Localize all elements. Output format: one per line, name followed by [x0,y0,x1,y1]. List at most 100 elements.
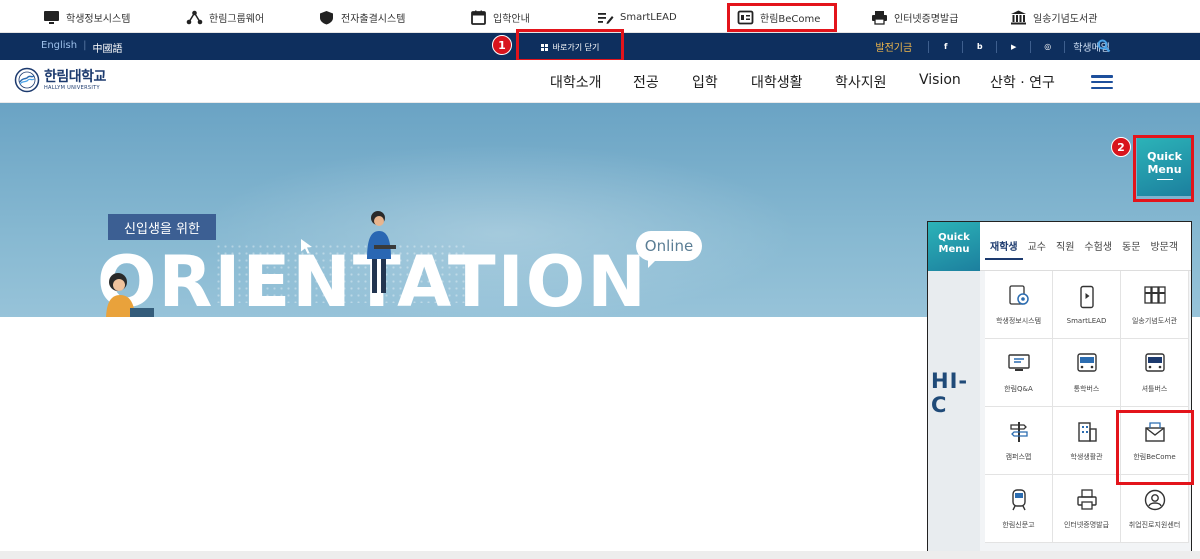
nav-campus-life[interactable]: 대학생활 [751,72,803,92]
menu-hamburger-icon[interactable] [1091,75,1113,89]
util-student-info[interactable]: 학생정보시스템 [43,8,130,26]
train-icon [1011,488,1026,510]
tab-enrolled[interactable]: 재학생 [985,238,1023,260]
student-illustration-right [367,211,396,293]
emblem-icon [14,67,40,93]
util-label: 일송기념도서관 [1033,13,1098,25]
step-badge-1: 1 [492,35,512,55]
calendar-icon [471,10,486,25]
quick-link-commuter-bus[interactable]: 통학버스 [1053,339,1121,407]
gear-document-icon [1008,284,1029,305]
quick-link-label: 취업진로지원센터 [1128,520,1181,529]
divider [928,40,930,53]
fund-link[interactable]: 발전기금 [875,39,912,54]
nav-academic[interactable]: 학사지원 [835,72,887,92]
quick-link-smartlead[interactable]: SmartLEAD [1053,271,1121,339]
lang-separator: | [83,40,87,51]
highlight-box-skip [516,29,624,62]
bubble-tail [648,258,658,268]
util-label: 입학안내 [493,13,530,25]
quick-link-label: 통학버스 [1073,384,1100,393]
divider [1030,40,1032,53]
lang-chinese[interactable]: 中國語 [92,40,122,55]
instagram-icon[interactable]: ◎ [1039,39,1056,54]
quick-link-library[interactable]: 일송기념도서관 [1121,271,1189,339]
util-attendance[interactable]: 전자출결시스템 [318,8,405,26]
quick-link-petition[interactable]: 한림신문고 [985,475,1053,543]
quick-link-shuttle-bus[interactable]: 셔틀버스 [1121,339,1189,407]
tab-applicant[interactable]: 수험생 [1079,238,1117,260]
step-badge-2: 2 [1111,137,1131,157]
university-logo[interactable]: 한림대학교 HALLYM UNIVERSITY [14,67,106,93]
logo-english: HALLYM UNIVERSITY [44,84,100,91]
tab-staff[interactable]: 직원 [1051,238,1079,260]
monitor-chat-icon [1007,353,1030,371]
quick-panel-logo-line1: Quick [938,232,970,243]
nav-majors[interactable]: 전공 [633,72,659,92]
smartphone-icon [1079,285,1094,308]
util-label: 한림그룹웨어 [209,13,265,25]
student-illustration-left [106,273,154,317]
facebook-icon[interactable]: f [937,39,954,54]
util-label: 전자출결시스템 [341,13,406,25]
util-smartlead[interactable]: SmartLEAD [597,8,677,26]
nav-about[interactable]: 대학소개 [550,72,602,92]
printer-icon [872,10,887,25]
nav-admission[interactable]: 입학 [692,72,718,92]
util-label: 학생정보시스템 [66,13,131,25]
quick-link-label: 캠퍼스맵 [1005,452,1032,461]
blog-icon[interactable]: b [971,39,988,54]
util-groupware[interactable]: 한림그룹웨어 [186,8,264,26]
quick-panel-background: HI-C [928,271,980,552]
quick-panel-logo: Quick Menu [928,222,980,271]
quick-link-campus-map[interactable]: 캠퍼스맵 [985,407,1053,475]
search-icon[interactable] [1097,39,1111,53]
quick-panel-logo-line2: Menu [938,244,970,255]
lang-english[interactable]: English [41,40,77,55]
quick-link-grid: 학생정보시스템 SmartLEAD 일송기념도서관 한림Q&A 통학버스 셔틀버… [985,271,1190,543]
quick-link-certificate[interactable]: 인터넷증명발급 [1053,475,1121,543]
quick-link-label: 일송기념도서관 [1131,316,1178,325]
library-icon [1011,10,1026,24]
tab-faculty[interactable]: 교수 [1023,238,1051,260]
nav-research[interactable]: 산학 · 연구 [990,72,1055,92]
tab-visitor[interactable]: 방문객 [1145,238,1183,260]
divider [1064,40,1066,53]
util-admission[interactable]: 입학안내 [470,8,530,26]
building-icon [1077,421,1097,442]
network-icon [186,10,203,24]
quick-link-career-center[interactable]: 취업진로지원센터 [1121,475,1189,543]
quick-link-dormitory[interactable]: 학생생활관 [1053,407,1121,475]
edit-icon [598,12,614,24]
divider [962,40,964,53]
bookshelf-icon [1143,285,1166,304]
quick-link-label: 한림신문고 [1002,520,1035,529]
quick-panel-tabs: 재학생 교수 직원 수험생 동문 방문객 [985,238,1183,260]
highlight-box-become [727,3,837,32]
util-library[interactable]: 일송기념도서관 [1010,8,1097,26]
divider [996,40,998,53]
quick-link-qna[interactable]: 한림Q&A [985,339,1053,407]
bus-icon [1076,352,1097,372]
quick-link-student-info[interactable]: 학생정보시스템 [985,271,1053,339]
highlight-box-become-cell [1116,410,1194,485]
signpost-icon [1009,421,1028,442]
quick-link-label: 학생생활관 [1070,452,1103,461]
highlight-box-quick [1133,135,1194,202]
util-certificate[interactable]: 인터넷증명발급 [871,8,958,26]
quick-link-label: 한림Q&A [1004,384,1033,393]
youtube-icon[interactable]: ▶ [1005,39,1022,54]
util-label: SmartLEAD [620,11,677,23]
quick-link-label: SmartLEAD [1066,316,1107,325]
nav-vision[interactable]: Vision [919,72,961,88]
tab-alumni[interactable]: 동문 [1117,238,1145,260]
printer-icon [1076,488,1097,510]
quick-menu-panel: Quick Menu 재학생 교수 직원 수험생 동문 방문객 HI-C 학생정… [927,221,1192,552]
page-bottom-strip [0,551,1200,559]
shield-icon [320,10,333,24]
hero-subtitle: 신입생을 위한 [108,214,216,240]
quick-link-label: 학생정보시스템 [995,316,1042,325]
user-search-icon [1144,489,1165,510]
online-bubble: Online [636,231,702,261]
background-text: HI-C [931,369,969,417]
